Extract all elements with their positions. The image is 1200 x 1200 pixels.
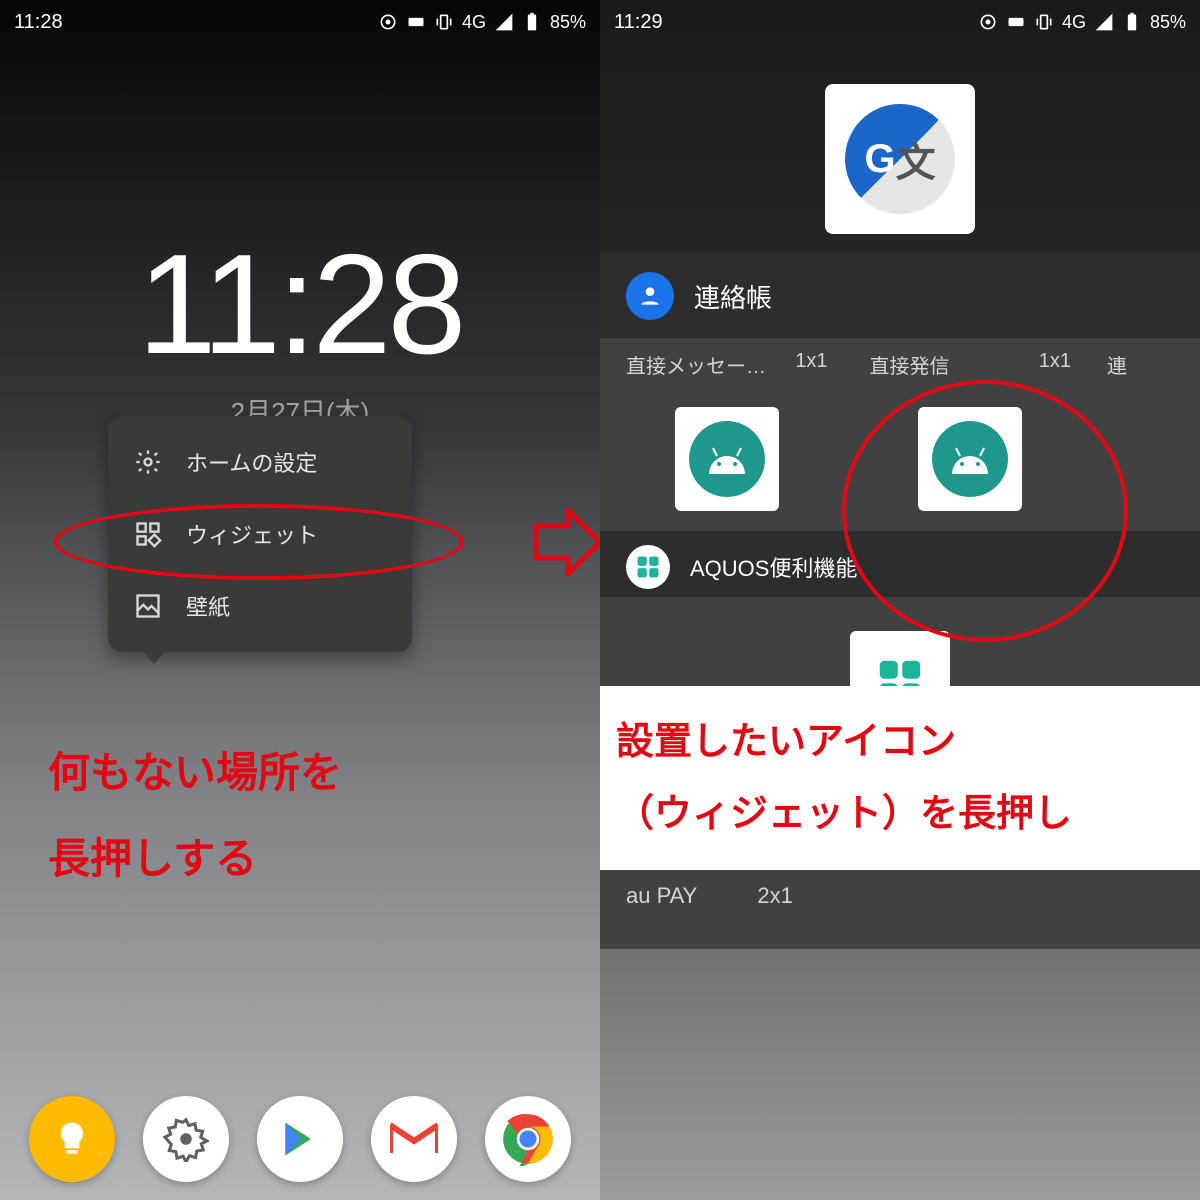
- vibrate-icon: [434, 12, 454, 32]
- annotation-text-right: 設置したいアイコン （ウィジェット）を長押し: [600, 686, 1200, 870]
- widget-aupay-label: au PAY: [626, 883, 697, 909]
- home-dock: [0, 1096, 600, 1182]
- network-label: 4G: [462, 12, 486, 33]
- menu-wallpaper[interactable]: 壁紙: [108, 570, 412, 642]
- status-cluster: 4G 85%: [978, 12, 1186, 33]
- widget-direct-call[interactable]: 直接発信 1x1: [856, 338, 1086, 531]
- widget-direct-call-thumb: [918, 407, 1022, 511]
- signal-icon: [494, 12, 514, 32]
- widget-direct-call-label: 直接発信: [870, 350, 950, 379]
- arrow-icon: [532, 502, 600, 582]
- status-time: 11:29: [614, 11, 663, 34]
- lightbulb-icon: [50, 1117, 94, 1161]
- dock-gmail[interactable]: [371, 1096, 457, 1182]
- widget-contacts-cut[interactable]: 連: [1099, 338, 1188, 531]
- network-label: 4G: [1062, 12, 1086, 33]
- widget-contacts-cut-label: 連: [1107, 350, 1127, 379]
- contacts-icon: [626, 272, 674, 320]
- cast-icon: [378, 12, 398, 32]
- menu-widgets[interactable]: ウィジェット: [108, 498, 412, 570]
- chrome-icon: [501, 1112, 555, 1166]
- gear-icon: [134, 448, 162, 476]
- menu-widgets-label: ウィジェット: [186, 518, 318, 550]
- dock-play-store[interactable]: [257, 1096, 343, 1182]
- menu-pointer-tail: [142, 650, 166, 664]
- annotation-text-left: 何もない場所を 長押しする: [48, 730, 342, 902]
- battery-label: 85%: [550, 12, 586, 33]
- vibrate-icon: [1034, 12, 1054, 32]
- play-store-icon: [278, 1117, 322, 1161]
- category-aquos-label: AQUOS便利機能: [690, 551, 857, 583]
- annotation-left-line1: 何もない場所を: [48, 730, 342, 816]
- android-icon: [932, 421, 1008, 497]
- battery-icon: [1122, 12, 1142, 32]
- status-bar: 11:28 4G 85%: [0, 0, 600, 44]
- widget-direct-message-label: 直接メッセー…: [626, 350, 766, 379]
- battery-icon: [522, 12, 542, 32]
- widget-aupay-size: 2x1: [757, 883, 792, 909]
- annotation-left-line2: 長押しする: [48, 816, 342, 902]
- dock-settings[interactable]: [143, 1096, 229, 1182]
- category-contacts-label: 連絡帳: [694, 278, 772, 315]
- widget-direct-message[interactable]: 直接メッセー… 1x1: [612, 338, 842, 531]
- vr-icon: [406, 12, 426, 32]
- signal-icon: [1094, 12, 1114, 32]
- menu-home-settings-label: ホームの設定: [186, 446, 317, 478]
- home-clock: 11:28: [0, 234, 600, 376]
- aquos-icon: [626, 545, 670, 589]
- widget-direct-call-size: 1x1: [1039, 350, 1071, 379]
- contacts-widget-row: 直接メッセー… 1x1 直接発信 1x1: [600, 338, 1200, 531]
- widget-direct-message-size: 1x1: [795, 350, 827, 379]
- status-cluster: 4G 85%: [378, 12, 586, 33]
- annotation-right-line2: （ウィジェット）を長押し: [616, 778, 1184, 850]
- wallpaper-icon: [134, 592, 162, 620]
- annotation-right-line1: 設置したいアイコン: [616, 706, 1184, 778]
- home-context-menu: ホームの設定 ウィジェット 壁紙: [108, 416, 412, 652]
- vr-icon: [1006, 12, 1026, 32]
- gear-icon: [163, 1116, 209, 1162]
- dock-keep[interactable]: [29, 1096, 115, 1182]
- dock-chrome[interactable]: [485, 1096, 571, 1182]
- status-bar: 11:29 4G 85%: [600, 0, 1200, 44]
- status-time: 11:28: [14, 11, 63, 34]
- phone-screenshot-right: 11:29 4G 85% G文 連絡帳 直接メッセー… 1x1: [600, 0, 1200, 1200]
- widget-translate-preview[interactable]: G文: [825, 84, 975, 234]
- translate-icon: G文: [845, 104, 955, 214]
- menu-wallpaper-label: 壁紙: [186, 590, 230, 622]
- widgets-icon: [134, 520, 162, 548]
- widget-picker[interactable]: G文 連絡帳 直接メッセー… 1x1: [600, 44, 1200, 1200]
- menu-home-settings[interactable]: ホームの設定: [108, 426, 412, 498]
- android-icon: [689, 421, 765, 497]
- battery-label: 85%: [1150, 12, 1186, 33]
- widget-direct-message-thumb: [675, 407, 779, 511]
- widget-aupay[interactable]: au PAY 2x1: [600, 867, 1200, 949]
- category-aquos[interactable]: AQUOS便利機能: [600, 531, 1200, 597]
- gmail-icon: [390, 1121, 438, 1157]
- cast-icon: [978, 12, 998, 32]
- category-contacts[interactable]: 連絡帳: [600, 254, 1200, 338]
- phone-screenshot-left: 11:28 4G 85% 11:28 2月27日(木) ホームの設定 ウィジェッ…: [0, 0, 600, 1200]
